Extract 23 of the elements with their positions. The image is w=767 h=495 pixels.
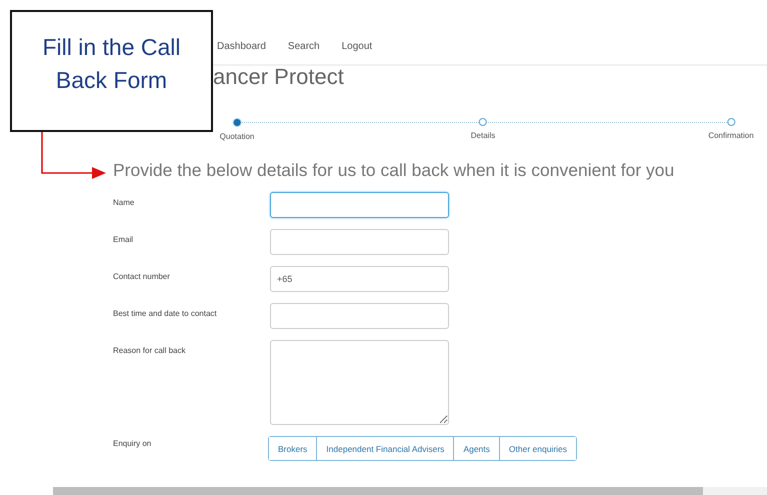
- enquiry-option[interactable]: Other enquiries: [498, 437, 576, 460]
- form-heading: Provide the below details for us to call back when it is convenient for you: [113, 159, 674, 181]
- nav-link[interactable]: Dashboard: [217, 40, 266, 53]
- input-field[interactable]: [270, 229, 449, 255]
- field-label: Name: [113, 197, 134, 207]
- field-label: Contact number: [113, 271, 170, 281]
- input-field[interactable]: +65: [270, 266, 449, 292]
- field-label: Best time and date to contact: [113, 308, 217, 318]
- step-label: Details: [470, 131, 496, 140]
- nav-link[interactable]: Search: [288, 40, 320, 53]
- page-title: ancer Protect: [213, 66, 344, 88]
- scrollbar[interactable]: [53, 487, 767, 495]
- input-field[interactable]: [270, 303, 449, 329]
- text-area[interactable]: [270, 340, 449, 425]
- step-label: Quotation: [220, 132, 254, 141]
- input-field[interactable]: [270, 192, 449, 218]
- callout-box: Fill in the Call Back Form: [10, 10, 213, 132]
- nav-link[interactable]: Logout: [342, 40, 372, 53]
- field-label: Email: [113, 234, 134, 244]
- step-label: Confirmation: [708, 131, 754, 140]
- field-label: Reason for call back: [113, 345, 186, 355]
- field-label: Enquiry on: [113, 438, 152, 448]
- pointer-arrow: [41, 132, 106, 179]
